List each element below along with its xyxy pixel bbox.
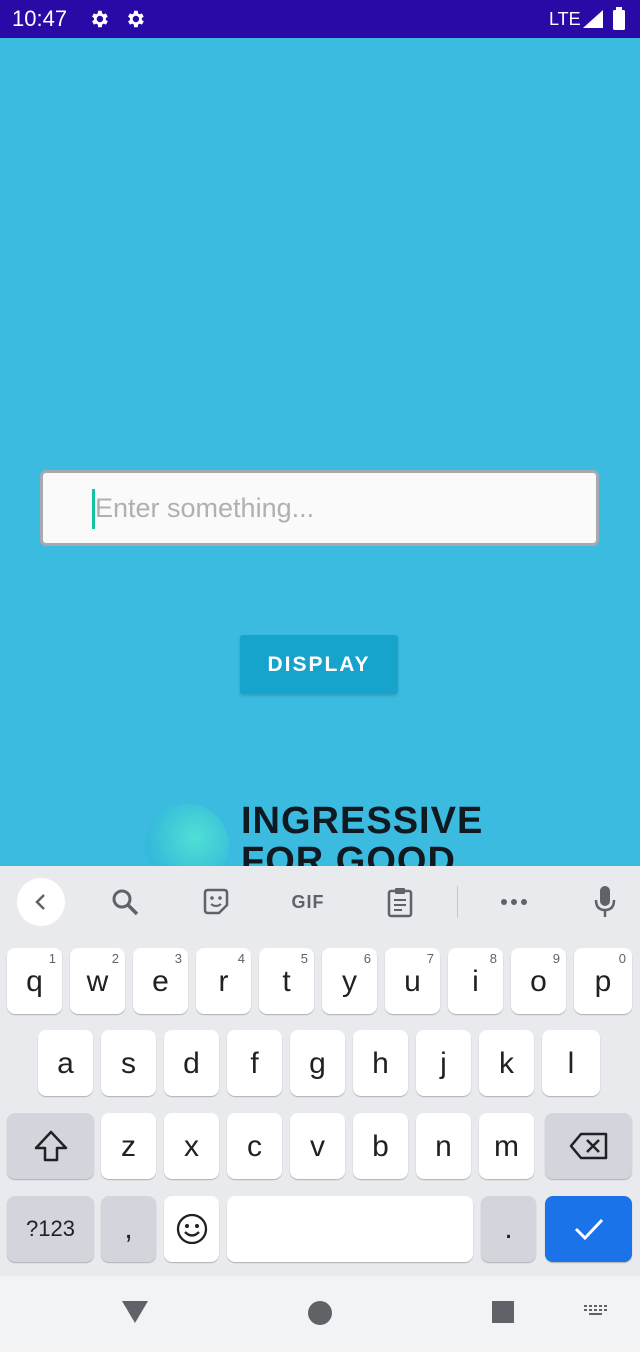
- key-j[interactable]: j: [416, 1030, 471, 1096]
- status-time: 10:47: [12, 6, 68, 31]
- key-v[interactable]: v: [290, 1113, 345, 1179]
- key-t[interactable]: t5: [259, 948, 314, 1014]
- search-icon[interactable]: [101, 876, 149, 928]
- shift-key[interactable]: [7, 1113, 94, 1179]
- key-s[interactable]: s: [101, 1030, 156, 1096]
- key-q[interactable]: q1: [7, 948, 62, 1014]
- shift-arrow-icon: [34, 1130, 67, 1162]
- more-icon[interactable]: [490, 876, 538, 928]
- enter-key[interactable]: [545, 1196, 632, 1262]
- soft-keyboard: GIF q1 w2 e3 r4 t5 y6 u7 i8 o9 p0 a s d …: [0, 866, 640, 1276]
- back-chevron-icon[interactable]: [17, 878, 65, 926]
- microphone-icon[interactable]: [581, 876, 629, 928]
- gif-icon[interactable]: GIF: [282, 876, 334, 928]
- symbols-key[interactable]: ?123: [7, 1196, 94, 1262]
- signal-icon: [583, 10, 603, 28]
- key-f[interactable]: f: [227, 1030, 282, 1096]
- logo-text-line2: FOR GOOD: [241, 840, 456, 866]
- key-r[interactable]: r4: [196, 948, 251, 1014]
- backspace-key[interactable]: [545, 1113, 632, 1179]
- key-z[interactable]: z: [101, 1113, 156, 1179]
- key-o[interactable]: o9: [511, 948, 566, 1014]
- comma-key[interactable]: ,: [101, 1196, 156, 1262]
- key-y[interactable]: y6: [322, 948, 377, 1014]
- key-l[interactable]: l: [542, 1030, 600, 1096]
- network-type: LTE: [549, 9, 581, 29]
- battery-icon: [613, 7, 625, 30]
- input-placeholder: Enter something...: [95, 493, 315, 523]
- key-w[interactable]: w2: [70, 948, 125, 1014]
- space-bar[interactable]: [227, 1196, 473, 1262]
- logo-text-line1: INGRESSIVE: [241, 800, 484, 842]
- backspace-icon: [569, 1132, 607, 1160]
- settings-gear-icon: [92, 10, 108, 28]
- settings-gear-icon: [128, 10, 144, 28]
- checkmark-icon: [574, 1218, 603, 1241]
- home-circle-icon[interactable]: [307, 1300, 333, 1326]
- back-triangle-icon[interactable]: [121, 1300, 149, 1324]
- text-input[interactable]: Enter something...: [40, 470, 599, 546]
- navigation-bar: [0, 1276, 640, 1352]
- display-button[interactable]: DISPLAY: [240, 635, 398, 694]
- keyboard-toolbar: GIF: [0, 866, 640, 938]
- key-m[interactable]: m: [479, 1113, 534, 1179]
- key-c[interactable]: c: [227, 1113, 282, 1179]
- emoji-key[interactable]: [164, 1196, 219, 1262]
- recents-square-icon[interactable]: [491, 1300, 515, 1324]
- key-p[interactable]: p0: [574, 948, 632, 1014]
- key-b[interactable]: b: [353, 1113, 408, 1179]
- key-i[interactable]: i8: [448, 948, 503, 1014]
- emoji-icon: [176, 1213, 207, 1245]
- clipboard-icon[interactable]: [376, 876, 424, 928]
- key-u[interactable]: u7: [385, 948, 440, 1014]
- key-k[interactable]: k: [479, 1030, 534, 1096]
- app-content: Enter something... DISPLAY INGRESSIVE FO…: [0, 38, 640, 866]
- key-g[interactable]: g: [290, 1030, 345, 1096]
- keyboard-switch-icon[interactable]: [583, 1304, 609, 1320]
- key-n[interactable]: n: [416, 1113, 471, 1179]
- ingressive-logo: INGRESSIVE FOR GOOD: [145, 800, 505, 866]
- toolbar-divider: [457, 886, 458, 918]
- status-bar: 10:47 LTE: [0, 0, 640, 38]
- key-x[interactable]: x: [164, 1113, 219, 1179]
- key-e[interactable]: e3: [133, 948, 188, 1014]
- key-a[interactable]: a: [38, 1030, 93, 1096]
- period-key[interactable]: .: [481, 1196, 536, 1262]
- sticker-icon[interactable]: [192, 876, 240, 928]
- key-d[interactable]: d: [164, 1030, 219, 1096]
- key-h[interactable]: h: [353, 1030, 408, 1096]
- logo-circle-icon: [145, 804, 229, 866]
